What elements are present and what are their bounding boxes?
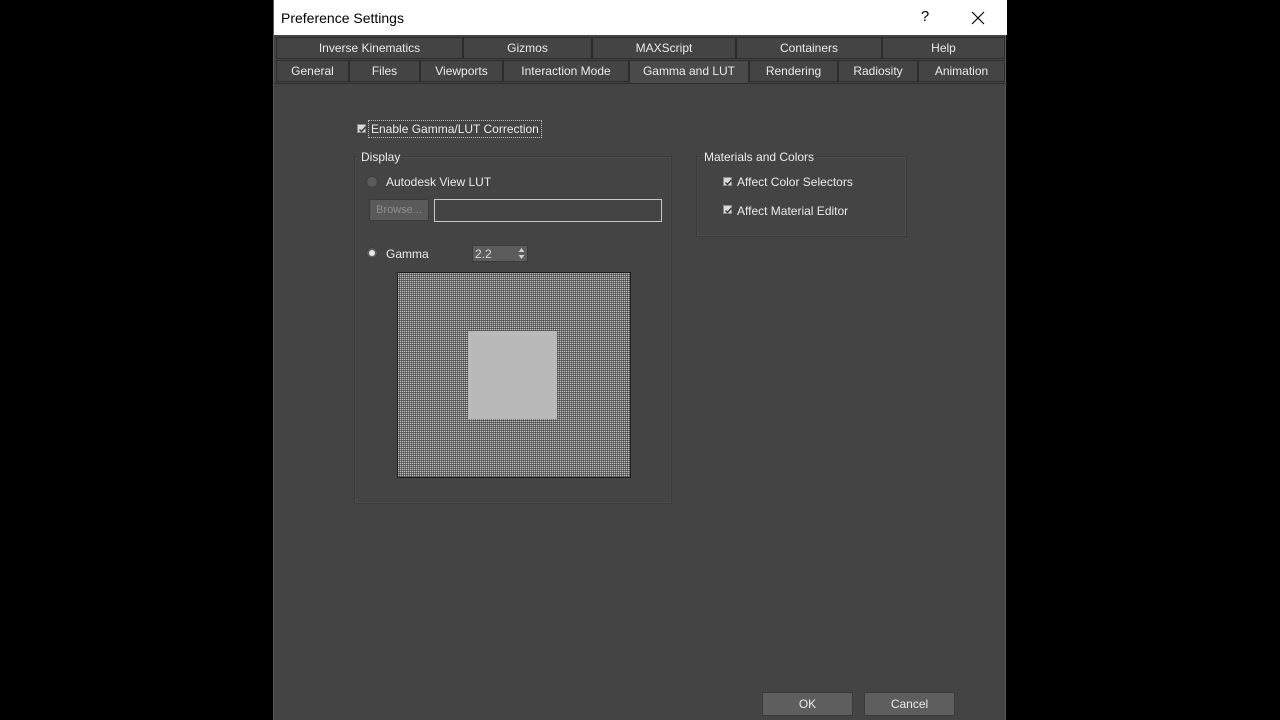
tab-gizmos[interactable]: Gizmos [463,37,592,59]
tab-gamma-and-lut[interactable]: Gamma and LUT [629,60,749,84]
ok-button[interactable]: OK [762,692,853,716]
gamma-radio[interactable] [366,247,378,259]
checkmark-icon [725,207,733,214]
tab-animation[interactable]: Animation [918,60,1005,82]
dialog-title: Preference Settings [281,10,404,26]
tab-rendering[interactable]: Rendering [749,60,838,82]
gamma-spinner[interactable]: 2.2 [472,245,528,262]
browse-button[interactable]: Browse... [369,199,429,221]
materials-and-colors-title: Materials and Colors [702,150,817,164]
tab-inverse-kinematics[interactable]: Inverse Kinematics [276,37,463,59]
close-icon [971,11,985,25]
gamma-value[interactable]: 2.2 [475,247,492,261]
autodesk-view-lut-radio[interactable] [366,176,378,188]
gamma-lut-panel: Enable Gamma/LUT Correction Display Auto… [274,83,1007,720]
gamma-label[interactable]: Gamma [386,247,429,261]
affect-material-editor-checkbox[interactable] [723,205,733,214]
display-group-title: Display [359,150,403,164]
tab-help[interactable]: Help [882,37,1005,59]
tab-files[interactable]: Files [349,60,420,82]
enable-gamma-lut-label[interactable]: Enable Gamma/LUT Correction [368,120,542,138]
tab-interaction-mode[interactable]: Interaction Mode [503,60,629,82]
tab-maxscript[interactable]: MAXScript [592,37,736,59]
affect-material-editor-label[interactable]: Affect Material Editor [737,204,848,218]
affect-color-selectors-checkbox[interactable] [723,177,733,186]
tab-viewports[interactable]: Viewports [420,60,503,82]
checkmark-icon [725,179,733,186]
close-button[interactable] [967,7,989,29]
spinner-arrows-icon[interactable] [518,247,525,260]
lut-path-field[interactable] [434,199,662,222]
autodesk-view-lut-label[interactable]: Autodesk View LUT [386,175,491,189]
tab-containers[interactable]: Containers [736,37,882,59]
preference-settings-dialog: Preference Settings ? Inverse Kinematics… [273,0,1007,720]
tab-radiosity[interactable]: Radiosity [838,60,918,82]
gamma-reference-square [468,331,557,419]
title-bar: Preference Settings ? [274,0,1007,35]
enable-gamma-lut-checkbox[interactable] [357,124,367,133]
affect-color-selectors-label[interactable]: Affect Color Selectors [737,175,853,189]
materials-and-colors-group [696,156,907,237]
help-button[interactable]: ? [915,7,935,27]
gamma-test-pattern [397,272,631,478]
cancel-button[interactable]: Cancel [864,692,955,716]
checkmark-icon [359,126,367,133]
tab-general[interactable]: General [276,60,349,82]
